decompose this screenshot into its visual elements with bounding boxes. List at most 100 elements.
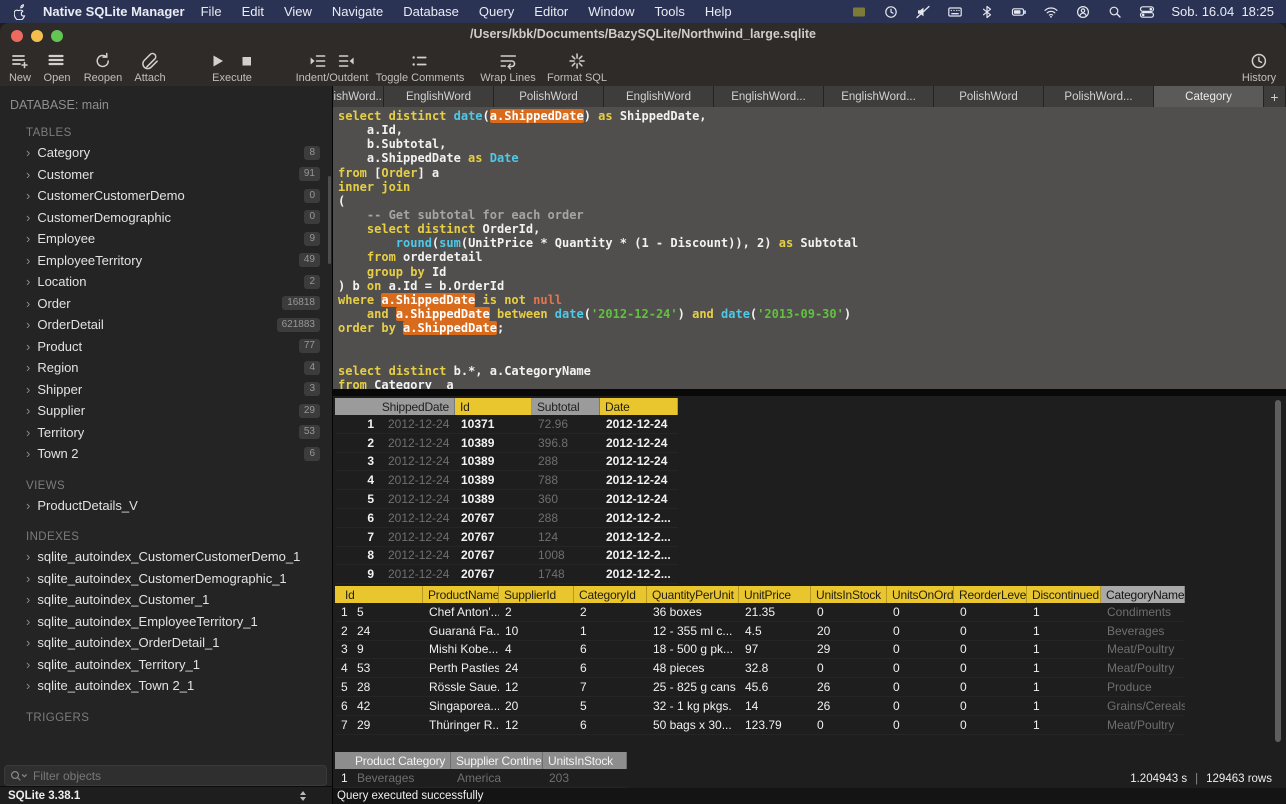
products-header-productname[interactable]: ProductName xyxy=(423,586,499,603)
products-header-categoryname[interactable]: CategoryName xyxy=(1101,586,1185,603)
shipped-header-id[interactable]: Id xyxy=(455,398,532,415)
menu-item-view[interactable]: View xyxy=(274,4,322,19)
sidebar-item-sqlite-autoindex-customer-1[interactable]: ›sqlite_autoindex_Customer_1 xyxy=(0,589,332,611)
products-header-reorderlevel[interactable]: ReorderLevel xyxy=(954,586,1027,603)
sidebar-item-employeeterritory[interactable]: ›EmployeeTerritory49 xyxy=(0,250,332,272)
sidebar-item-customercustomerdemo[interactable]: ›CustomerCustomerDemo0 xyxy=(0,185,332,207)
sidebar-item-productdetails-v[interactable]: ›ProductDetails_V xyxy=(0,495,332,517)
editor-results-divider[interactable] xyxy=(333,389,1286,396)
shipped-header-date[interactable]: Date xyxy=(600,398,678,415)
sidebar-scrollbar[interactable] xyxy=(328,176,331,264)
filter-input[interactable] xyxy=(31,768,326,784)
results-scrollbar[interactable] xyxy=(1275,400,1281,742)
table-row[interactable]: 453Perth Pasties24648 pieces32.80001Meat… xyxy=(335,659,1185,678)
table-row[interactable]: 1BeveragesAmerica203 xyxy=(335,769,627,788)
screen-share-icon[interactable] xyxy=(851,5,867,19)
menu-clock[interactable]: Sob. 16.04 18:25 xyxy=(1171,4,1274,19)
table-row[interactable]: 22012-12-2410389396.82012-12-24 xyxy=(335,434,678,453)
tab-englishword[interactable]: EnglishWord xyxy=(384,86,494,107)
shipped-header-subtotal[interactable]: Subtotal xyxy=(532,398,600,415)
execute-button[interactable]: Execute xyxy=(208,50,257,84)
menu-item-help[interactable]: Help xyxy=(695,4,742,19)
tab-polishword[interactable]: PolishWord xyxy=(934,86,1044,107)
menu-item-query[interactable]: Query xyxy=(469,4,524,19)
products-header-unitsonorder[interactable]: UnitsOnOrder xyxy=(887,586,954,603)
sidebar-item-territory[interactable]: ›Territory53 xyxy=(0,422,332,444)
keyboard-icon[interactable] xyxy=(947,5,963,19)
category-header-supplier-continent[interactable]: Supplier Continent xyxy=(451,752,543,769)
sidebar-item-region[interactable]: ›Region4 xyxy=(0,357,332,379)
sidebar-item-customerdemographic[interactable]: ›CustomerDemographic0 xyxy=(0,207,332,229)
attach-button[interactable]: Attach xyxy=(134,50,165,84)
control-center-icon[interactable] xyxy=(1139,5,1155,19)
shipped-header-shippeddate[interactable]: ShippedDate xyxy=(335,398,455,415)
battery-icon[interactable] xyxy=(1011,5,1027,19)
new-tab-button[interactable]: + xyxy=(1264,86,1286,107)
wrap-lines-button[interactable]: Wrap Lines xyxy=(480,50,535,84)
table-row[interactable]: 12012-12-241037172.962012-12-24 xyxy=(335,415,678,434)
sidebar-item-product[interactable]: ›Product77 xyxy=(0,336,332,358)
tab-englishword[interactable]: EnglishWord xyxy=(604,86,714,107)
toggle-comments-button[interactable]: Toggle Comments xyxy=(376,50,465,84)
sidebar-item-employee[interactable]: ›Employee9 xyxy=(0,228,332,250)
menu-item-file[interactable]: File xyxy=(191,4,232,19)
format-sql-button[interactable]: Format SQL xyxy=(547,50,607,84)
table-row[interactable]: 72012-12-24207671242012-12-2... xyxy=(335,528,678,547)
table-row[interactable]: 15Chef Anton'...2236 boxes21.350001Condi… xyxy=(335,603,1185,622)
table-row[interactable]: 52012-12-24103893602012-12-24 xyxy=(335,490,678,509)
reopen-button[interactable]: Reopen xyxy=(84,50,123,84)
sidebar-item-category[interactable]: ›Category8 xyxy=(0,142,332,164)
tab-englishword[interactable]: EnglishWord... xyxy=(714,86,824,107)
products-header-id[interactable]: Id xyxy=(335,586,423,603)
new-button[interactable]: New xyxy=(9,50,31,84)
table-row[interactable]: 62012-12-24207672882012-12-2... xyxy=(335,509,678,528)
tab-category[interactable]: Category xyxy=(1154,86,1264,107)
table-row[interactable]: 642Singaporea...20532 - 1 kg pkgs.142600… xyxy=(335,697,1185,716)
table-row[interactable]: 528Rössle Saue...12725 - 825 g cans45.62… xyxy=(335,678,1185,697)
tab-polishword[interactable]: PolishWord xyxy=(494,86,604,107)
tab-englishword[interactable]: EnglishWord... xyxy=(824,86,934,107)
sidebar-item-town-2[interactable]: ›Town 26 xyxy=(0,443,332,465)
table-row[interactable]: 39Mishi Kobe...4618 - 500 g pk...9729001… xyxy=(335,641,1185,660)
sidebar-item-supplier[interactable]: ›Supplier29 xyxy=(0,400,332,422)
sidebar-item-sqlite-autoindex-customercustomerdemo-1[interactable]: ›sqlite_autoindex_CustomerCustomerDemo_1 xyxy=(0,546,332,568)
table-row[interactable]: 224Guaraná Fa...10112 - 355 ml c...4.520… xyxy=(335,622,1185,641)
sidebar-item-sqlite-autoindex-customerdemographic-1[interactable]: ›sqlite_autoindex_CustomerDemographic_1 xyxy=(0,568,332,590)
menu-item-database[interactable]: Database xyxy=(393,4,469,19)
sidebar-item-sqlite-autoindex-territory-1[interactable]: ›sqlite_autoindex_Territory_1 xyxy=(0,654,332,676)
minimize-button[interactable] xyxy=(31,30,43,42)
category-header-unitsinstock[interactable]: UnitsInStock xyxy=(543,752,627,769)
version-stepper[interactable] xyxy=(300,791,306,801)
bluetooth-icon[interactable] xyxy=(979,5,995,19)
table-row[interactable]: 42012-12-24103897882012-12-24 xyxy=(335,471,678,490)
menu-item-editor[interactable]: Editor xyxy=(524,4,578,19)
category-header-product-category[interactable]: Product Category xyxy=(335,752,451,769)
app-menu-title[interactable]: Native SQLite Manager xyxy=(43,4,185,19)
products-header-quantityperunit[interactable]: QuantityPerUnit xyxy=(647,586,739,603)
table-row[interactable]: 32012-12-24103892882012-12-24 xyxy=(335,453,678,472)
products-header-discontinued[interactable]: Discontinued xyxy=(1027,586,1101,603)
filter-field[interactable] xyxy=(4,765,327,786)
time-machine-icon[interactable] xyxy=(883,5,899,19)
sidebar-item-sqlite-autoindex-town-2-1[interactable]: ›sqlite_autoindex_Town 2_1 xyxy=(0,675,332,697)
indent-outdent-button[interactable]: Indent/Outdent xyxy=(296,50,369,84)
mute-icon[interactable] xyxy=(915,5,931,19)
sidebar-item-orderdetail[interactable]: ›OrderDetail621883 xyxy=(0,314,332,336)
table-row[interactable]: 92012-12-242076717482012-12-2... xyxy=(335,565,678,584)
products-header-unitprice[interactable]: UnitPrice xyxy=(739,586,811,603)
apple-menu-icon[interactable] xyxy=(14,4,27,19)
products-header-supplierid[interactable]: SupplierId xyxy=(499,586,574,603)
sidebar-item-sqlite-autoindex-orderdetail-1[interactable]: ›sqlite_autoindex_OrderDetail_1 xyxy=(0,632,332,654)
tab-lishword[interactable]: lishWord... xyxy=(333,86,384,107)
user-icon[interactable] xyxy=(1075,5,1091,19)
products-header-unitsinstock[interactable]: UnitsInStock xyxy=(811,586,887,603)
spotlight-icon[interactable] xyxy=(1107,5,1123,19)
menu-item-navigate[interactable]: Navigate xyxy=(322,4,393,19)
open-button[interactable]: Open xyxy=(44,50,71,84)
sidebar-item-shipper[interactable]: ›Shipper3 xyxy=(0,379,332,401)
menu-item-edit[interactable]: Edit xyxy=(232,4,274,19)
history-button[interactable]: History xyxy=(1242,50,1276,84)
menu-item-tools[interactable]: Tools xyxy=(645,4,695,19)
sidebar-item-location[interactable]: ›Location2 xyxy=(0,271,332,293)
menu-item-window[interactable]: Window xyxy=(578,4,644,19)
